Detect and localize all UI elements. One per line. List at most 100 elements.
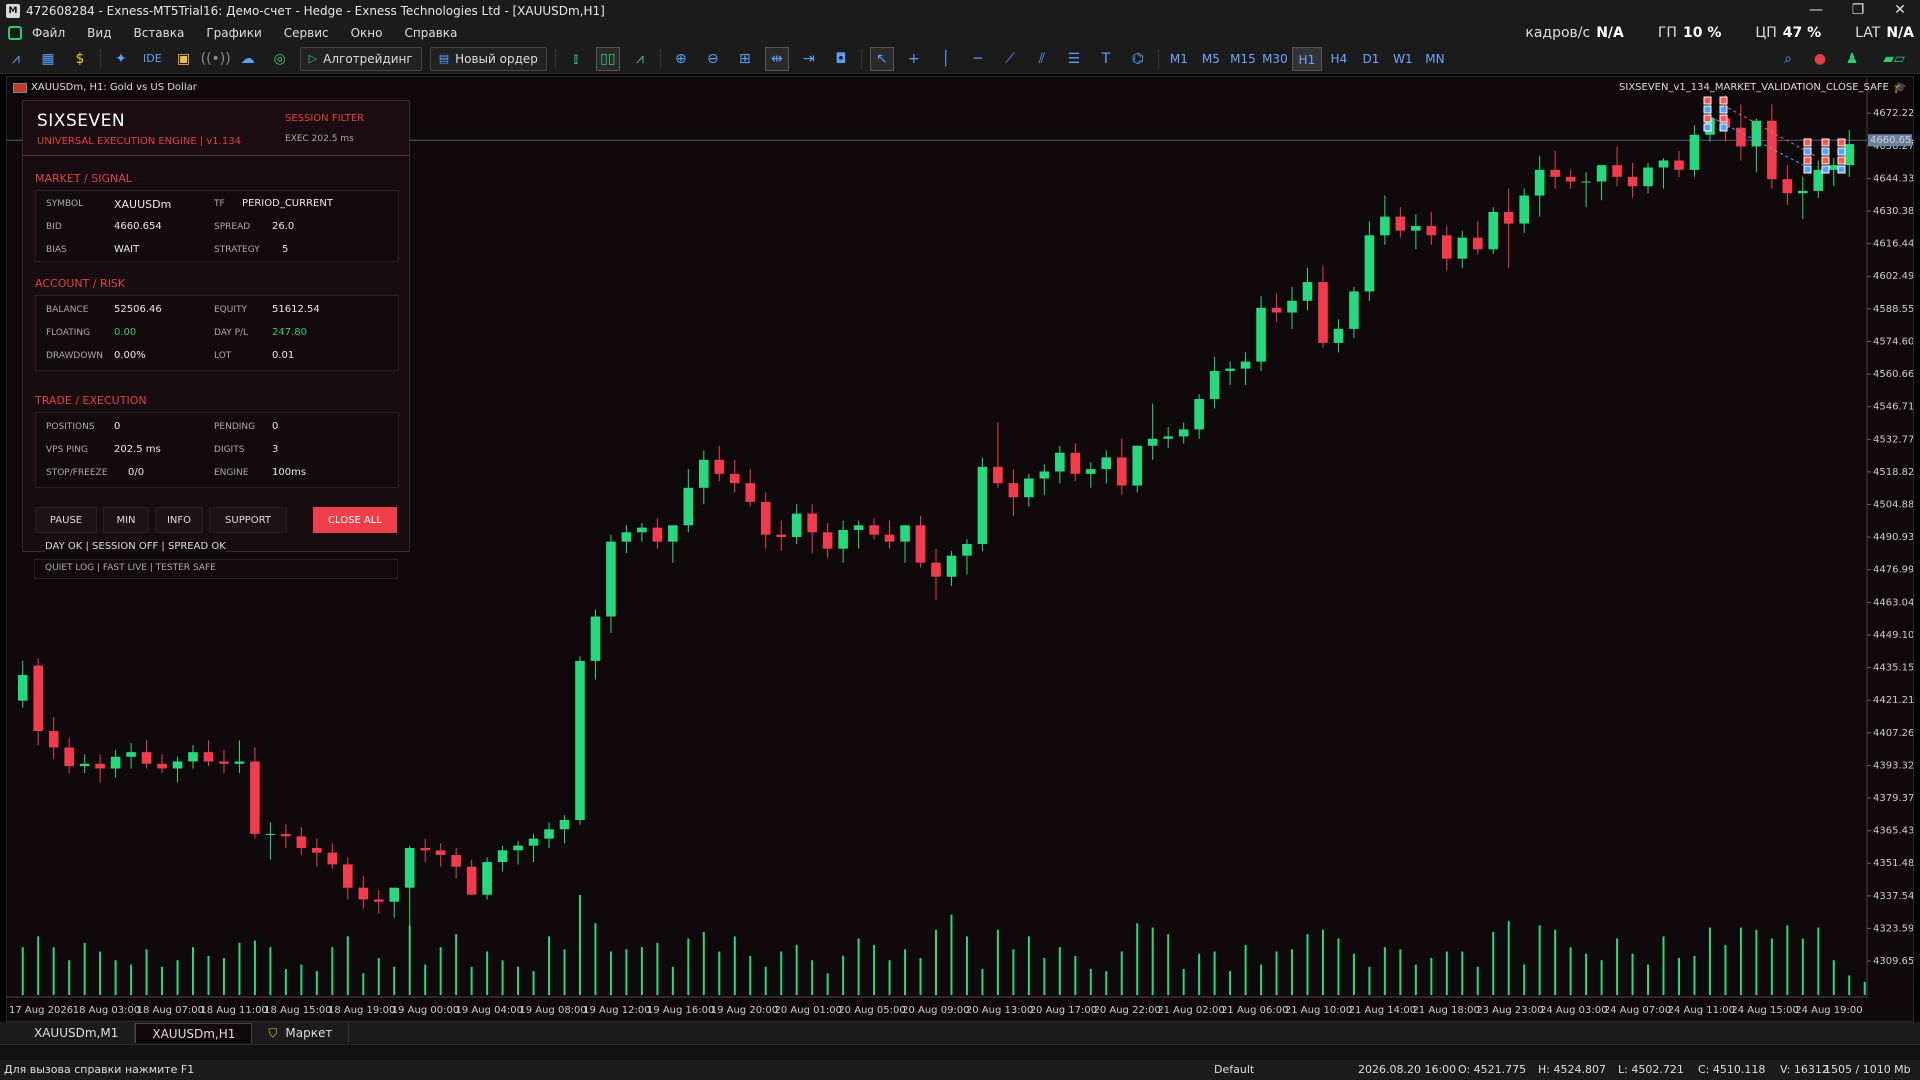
time-tick-label: 18 Aug 19:00 bbox=[328, 1005, 395, 1016]
performance-stats: кадров/с N/A ГП 10 % ЦП 47 % LAT N/A bbox=[1519, 22, 1920, 44]
expert-advisor-label[interactable]: SIXSEVEN_v1_134_MARKET_VALIDATION_CLOSE_… bbox=[1619, 82, 1889, 93]
profile-name[interactable]: Default bbox=[1214, 1063, 1254, 1076]
ide-button[interactable]: IDE bbox=[141, 47, 164, 71]
menu-bar: Файл Вид Вставка Графики Сервис Окно Спр… bbox=[0, 22, 1920, 44]
cursor-icon[interactable]: ↖ bbox=[869, 46, 894, 71]
window-title: 472608284 - Exness-MT5Trial16: Демо-счет… bbox=[26, 4, 605, 18]
equity-value: 51612.54 bbox=[272, 304, 320, 315]
signals-icon[interactable]: ((•)) bbox=[201, 47, 231, 71]
minimize-panel-button[interactable]: MIN bbox=[103, 507, 149, 533]
algotrading-button[interactable]: ▷ Алготрейдинг bbox=[299, 46, 422, 71]
menu-insert[interactable]: Вставка bbox=[133, 26, 184, 40]
fibonacci-icon[interactable]: ☰ bbox=[1062, 47, 1086, 71]
timeframe-h4[interactable]: H4 bbox=[1324, 47, 1354, 71]
candle-body bbox=[1844, 144, 1855, 166]
timeframe-d1[interactable]: D1 bbox=[1356, 47, 1386, 71]
vps-icon[interactable]: ☁ bbox=[236, 47, 260, 71]
timeframe-mn[interactable]: MN bbox=[1420, 47, 1450, 71]
chart-symbol-header: XAUUSDm, H1: Gold vs US Dollar bbox=[13, 82, 197, 93]
cursor-close: C: 4510.118 bbox=[1698, 1063, 1766, 1076]
account-icon[interactable]: ♟ bbox=[1840, 47, 1864, 71]
price-tick-label: 4616.440 bbox=[1873, 239, 1913, 250]
tab-market[interactable]: ⛉ Маркет bbox=[252, 1023, 350, 1043]
gpu-label: ГП bbox=[1657, 25, 1677, 41]
drawdown-value: 0.00% bbox=[114, 350, 146, 361]
price-tick-label: 4323.595 bbox=[1873, 923, 1913, 934]
candle-body bbox=[1674, 160, 1684, 170]
close-window-button[interactable]: ✕ bbox=[1880, 0, 1920, 22]
timeframe-m30[interactable]: M30 bbox=[1260, 47, 1290, 71]
support-button[interactable]: SUPPORT bbox=[209, 507, 287, 533]
timeframe-m15[interactable]: M15 bbox=[1228, 47, 1258, 71]
restore-button[interactable]: ❐ bbox=[1838, 0, 1878, 22]
candle-body bbox=[776, 534, 787, 537]
autoscroll-icon[interactable]: ⇹ bbox=[764, 46, 789, 71]
dollar-icon[interactable]: $ bbox=[68, 47, 92, 71]
notifications-icon[interactable]: ● bbox=[1808, 47, 1832, 71]
timeframe-w1[interactable]: W1 bbox=[1388, 47, 1418, 71]
tab-xauusdm-m1[interactable]: XAUUSDm,M1 bbox=[18, 1023, 136, 1043]
text-icon[interactable]: T bbox=[1094, 47, 1118, 71]
zoom-out-icon[interactable]: ⊖ bbox=[701, 47, 725, 71]
menu-tools[interactable]: Сервис bbox=[284, 26, 329, 40]
menu-view[interactable]: Вид bbox=[87, 26, 111, 40]
close-all-button[interactable]: CLOSE ALL bbox=[313, 507, 397, 533]
channel-icon[interactable]: ⫽ bbox=[1030, 47, 1054, 71]
time-tick-label: 19 Aug 16:00 bbox=[647, 1005, 714, 1016]
screenshot-icon[interactable]: ◘ bbox=[829, 47, 853, 71]
timeframe-h1[interactable]: H1 bbox=[1291, 46, 1322, 71]
toolbox-strip bbox=[0, 1044, 1920, 1060]
candle-body bbox=[528, 838, 539, 846]
price-tick-label: 4449.100 bbox=[1873, 630, 1913, 641]
menu-help[interactable]: Справка bbox=[405, 26, 458, 40]
time-tick-label: 20 Aug 09:00 bbox=[902, 1005, 969, 1016]
new-order-button[interactable]: ▤ Новый ордер bbox=[429, 46, 547, 71]
trendline-icon[interactable]: ⟋ bbox=[998, 47, 1022, 71]
shapes-icon[interactable]: ⌬ bbox=[1126, 47, 1150, 71]
candle-body bbox=[1503, 211, 1514, 224]
exec-time-label: EXEC 202.5 ms bbox=[285, 134, 354, 144]
crosshair-icon[interactable]: + bbox=[902, 47, 926, 71]
candle-body bbox=[621, 532, 632, 542]
info-button[interactable]: INFO bbox=[155, 507, 203, 533]
bar-chart-icon[interactable]: ⫾ bbox=[564, 47, 588, 71]
candlestick-icon[interactable]: ▯▯ bbox=[595, 46, 620, 71]
minimize-button[interactable]: — bbox=[1796, 0, 1836, 22]
line-chart-icon[interactable]: ⩘ bbox=[628, 47, 652, 71]
timeframe-m5[interactable]: M5 bbox=[1196, 47, 1226, 71]
candle-body bbox=[1596, 165, 1607, 182]
strategy-tester-icon[interactable]: ✦ bbox=[109, 47, 133, 71]
menu-file[interactable]: Файл bbox=[32, 26, 65, 40]
pause-button[interactable]: PAUSE bbox=[35, 507, 97, 533]
price-tick-label: 4435.155 bbox=[1873, 663, 1913, 674]
menu-charts[interactable]: Графики bbox=[206, 26, 261, 40]
horizontal-line-icon[interactable]: ─ bbox=[966, 47, 990, 71]
time-tick-label: 19 Aug 12:00 bbox=[583, 1005, 650, 1016]
candle-body bbox=[265, 833, 276, 835]
web-icon[interactable]: ◎ bbox=[268, 47, 292, 71]
candle-body bbox=[342, 864, 353, 888]
candle-body bbox=[1798, 190, 1808, 194]
floating-value: 0.00 bbox=[114, 327, 137, 338]
cursor-volume: V: 16312 bbox=[1780, 1063, 1829, 1076]
bid-price-label: 4660.654 bbox=[1870, 135, 1913, 146]
candle-body bbox=[1581, 181, 1591, 183]
menu-window[interactable]: Окно bbox=[351, 26, 383, 40]
market-icon[interactable]: ▣ bbox=[172, 47, 196, 71]
search-icon[interactable]: ⌕ bbox=[1776, 47, 1800, 71]
new-chart-icon[interactable]: ▦ bbox=[36, 47, 60, 71]
zoom-in-icon[interactable]: ⊕ bbox=[669, 47, 693, 71]
vertical-line-icon[interactable]: │ bbox=[934, 47, 958, 71]
grid-icon[interactable]: ⊞ bbox=[733, 47, 757, 71]
candle-body bbox=[157, 763, 167, 769]
time-tick-label: 21 Aug 18:00 bbox=[1412, 1005, 1479, 1016]
candle-body bbox=[420, 847, 430, 851]
timeframe-m1[interactable]: M1 bbox=[1164, 47, 1194, 71]
price-tick-label: 4588.550 bbox=[1873, 304, 1913, 315]
tab-xauusdm-h1[interactable]: XAUUSDm,H1 bbox=[135, 1023, 253, 1043]
play-icon: ▷ bbox=[308, 52, 318, 65]
trade-marker bbox=[1719, 96, 1728, 105]
latency-value: N/A bbox=[1886, 25, 1914, 41]
chart-shift-icon[interactable]: ⇥ bbox=[797, 47, 821, 71]
chart-type-icon[interactable]: ⩘ bbox=[4, 47, 28, 71]
